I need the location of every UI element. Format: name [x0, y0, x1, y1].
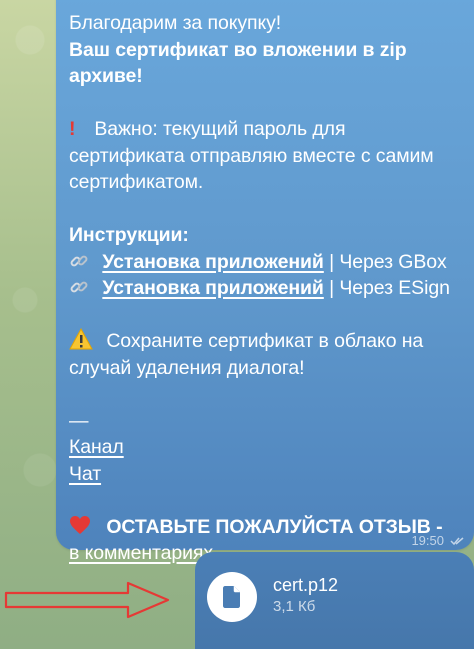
dash-separator: —	[69, 409, 89, 432]
exclamation-icon: !	[69, 118, 76, 140]
document-icon	[223, 586, 240, 608]
install-apps-gbox-link[interactable]: Установка приложений	[102, 251, 324, 273]
file-icon[interactable]	[207, 572, 257, 622]
review-text: ОСТАВЬТЕ ПОЖАЛУЙСТА ОТЗЫВ -	[106, 515, 443, 538]
red-arrow	[4, 581, 170, 619]
channel-link[interactable]: Канал	[69, 436, 124, 458]
instruction-row-gbox: Установка приложений | Через GBox	[69, 249, 462, 276]
file-name[interactable]: cert.p12	[273, 574, 338, 596]
save-text: Сохраните сертификат в облако на	[106, 330, 424, 352]
chat-row: Чат	[69, 461, 462, 488]
message-bubble[interactable]: Благодарим за покупку! Ваш сертификат во…	[56, 0, 474, 564]
channel-row: Канал	[69, 434, 462, 461]
warning-icon	[69, 328, 93, 350]
time-text: 19:50	[411, 533, 444, 548]
file-attachment-bubble[interactable]: cert.p12 3,1 Кб	[195, 552, 474, 649]
link-icon	[70, 255, 88, 266]
thanks-line: Благодарим за покупку!	[69, 12, 282, 34]
important-text: Важно: текущий пароль для	[94, 118, 346, 140]
important-line-2: сертификата отправляю вместе с самим	[69, 144, 434, 167]
chat-link[interactable]: Чат	[69, 463, 101, 485]
gbox-suffix: | Через GBox	[323, 250, 447, 273]
message-time: 19:50	[411, 533, 464, 548]
heart-icon	[70, 515, 90, 534]
save-line-2: случай удаления диалога!	[69, 356, 305, 379]
double-check-icon	[450, 536, 464, 545]
esign-suffix: | Через ESign	[323, 277, 450, 299]
important-line-3: сертификатом.	[69, 171, 204, 193]
save-line: Сохраните сертификат в облако на	[69, 328, 462, 355]
file-size: 3,1 Кб	[273, 598, 316, 615]
comments-link[interactable]: в комментариях	[69, 542, 213, 564]
install-apps-esign-link[interactable]: Установка приложений	[102, 277, 324, 299]
archive-line: архиве!	[69, 65, 143, 87]
review-line: ОСТАВЬТЕ ПОЖАЛУЙСТА ОТЗЫВ -	[69, 514, 462, 541]
instructions-label: Инструкции:	[69, 224, 189, 246]
instruction-row-esign: Установка приложений | Через ESign	[69, 275, 462, 302]
important-line: ! Важно: текущий пароль для	[69, 116, 462, 143]
link-icon	[70, 281, 88, 293]
certificate-line: Ваш сертификат во вложении в zip	[69, 38, 407, 61]
